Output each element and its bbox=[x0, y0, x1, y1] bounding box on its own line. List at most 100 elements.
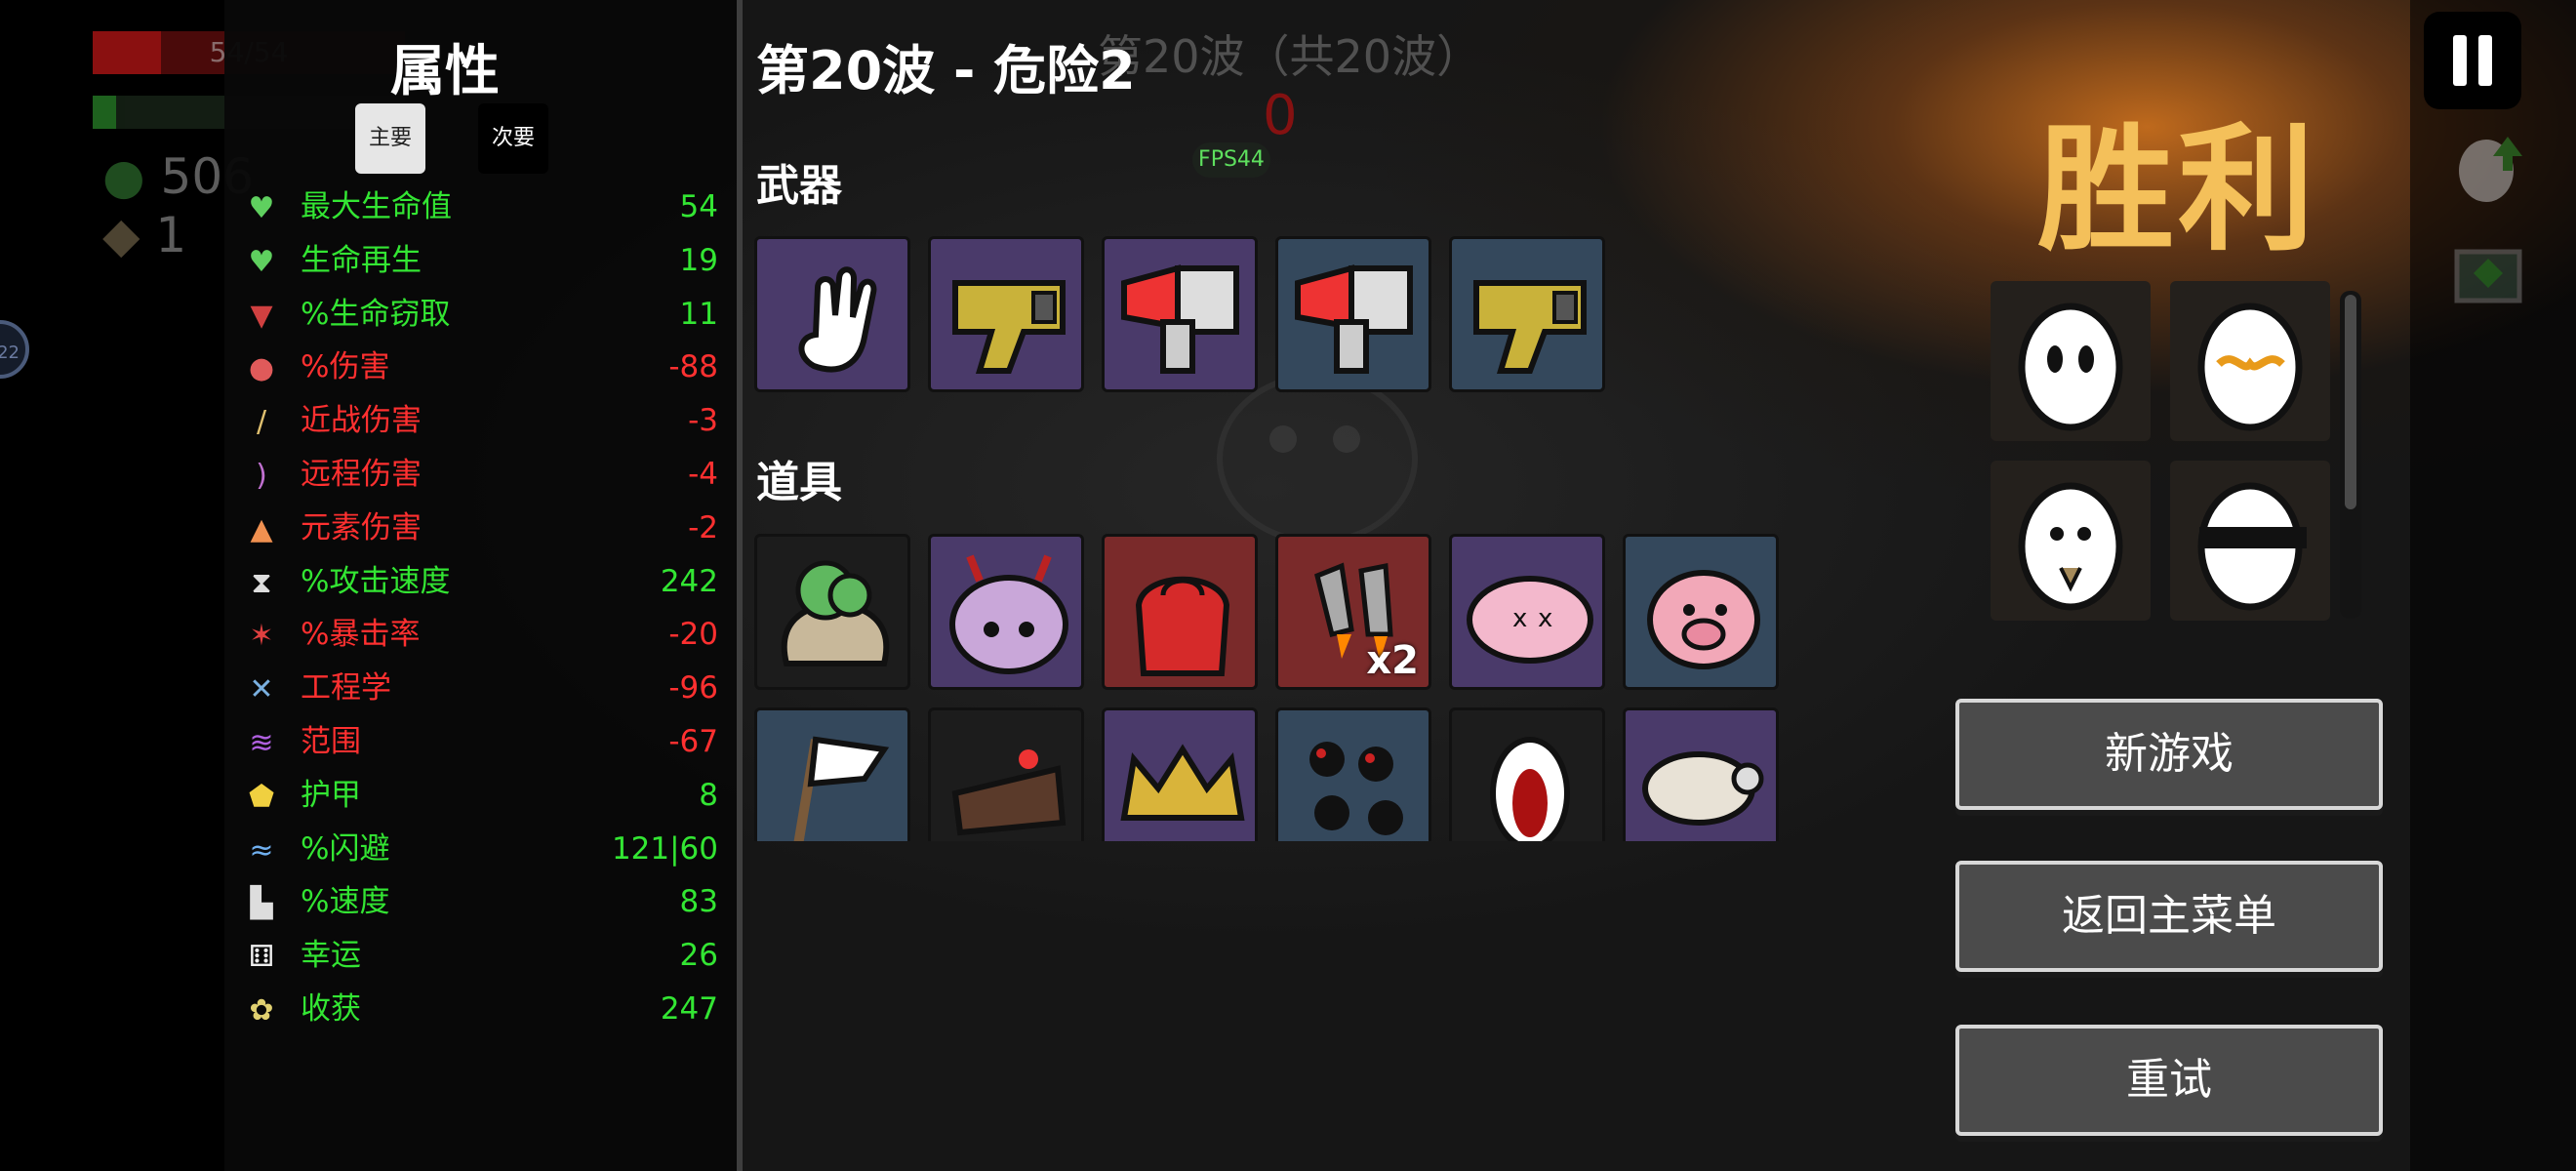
stat-row[interactable]: ▙ %速度 83 bbox=[244, 877, 722, 926]
weapon-slot[interactable] bbox=[1102, 236, 1258, 392]
range-icon: ≋ bbox=[249, 726, 274, 760]
pause-button[interactable] bbox=[2424, 12, 2521, 109]
item-slot[interactable] bbox=[754, 534, 910, 690]
crit-icon: ✶ bbox=[249, 619, 274, 654]
stat-name: 元素伤害 bbox=[301, 509, 422, 545]
stat-name: %暴击率 bbox=[301, 617, 421, 653]
character-scrollbar-thumb[interactable] bbox=[2345, 295, 2356, 509]
cake-slice-icon bbox=[951, 749, 1067, 836]
item-quantity: x2 bbox=[1366, 638, 1419, 683]
stat-name: 范围 bbox=[301, 724, 361, 759]
dice-icon: ⚅ bbox=[248, 940, 275, 975]
stat-value: 121|60 bbox=[611, 830, 718, 867]
item-slot[interactable] bbox=[928, 534, 1084, 690]
item-slot[interactable] bbox=[1449, 707, 1605, 841]
wave-progress-ghost: 第20波（共20波） bbox=[1098, 30, 1482, 83]
egg-character-icon bbox=[2018, 303, 2123, 431]
stat-name: 生命再生 bbox=[301, 242, 422, 278]
weapon-slot[interactable] bbox=[1449, 236, 1605, 392]
sword-icon: / bbox=[256, 405, 267, 440]
black-bombs-icon bbox=[1309, 742, 1403, 835]
character-slot[interactable] bbox=[2170, 461, 2330, 621]
item-slot[interactable] bbox=[1623, 534, 1779, 690]
stat-row[interactable]: ✕ 工程学 -96 bbox=[244, 664, 722, 712]
item-slot[interactable] bbox=[928, 707, 1084, 841]
stat-row[interactable]: ≈ %闪避 121|60 bbox=[244, 825, 722, 873]
stat-value: -88 bbox=[668, 349, 718, 385]
wave-title: 第20波 - 危险2 bbox=[756, 40, 1136, 101]
weapon-slot[interactable] bbox=[754, 236, 910, 392]
item-slot[interactable] bbox=[1102, 707, 1258, 841]
pause-icon bbox=[2453, 35, 2467, 86]
bags-value: 1 bbox=[155, 207, 187, 263]
stat-row[interactable]: ✶ %暴击率 -20 bbox=[244, 610, 722, 659]
stat-row[interactable]: ⚅ 幸运 26 bbox=[244, 931, 722, 980]
stat-value: 242 bbox=[660, 563, 718, 599]
white-flag-icon bbox=[793, 736, 890, 841]
flame-icon: ▲ bbox=[250, 511, 273, 546]
stat-name: 工程学 bbox=[301, 670, 391, 707]
stat-value: 11 bbox=[679, 296, 718, 332]
stat-value: -96 bbox=[668, 670, 718, 707]
stat-name: %攻击速度 bbox=[301, 563, 451, 599]
stat-row[interactable]: ⬟ 护甲 8 bbox=[244, 771, 722, 820]
tab-secondary-stats[interactable]: 次要 bbox=[478, 103, 548, 174]
hand-icon bbox=[798, 266, 877, 373]
items-row-clip bbox=[751, 707, 1795, 841]
main-menu-button[interactable]: 返回主菜单 bbox=[1955, 861, 2383, 972]
character-slot[interactable] bbox=[1991, 461, 2151, 621]
crowns-icon bbox=[1120, 744, 1245, 821]
stat-value: 83 bbox=[679, 884, 718, 920]
stat-row[interactable]: ♥ 生命再生 19 bbox=[244, 236, 722, 285]
hourglass-icon: ⧗ bbox=[251, 565, 272, 600]
material-icon: ● bbox=[102, 148, 145, 205]
character-slot[interactable] bbox=[2170, 281, 2330, 441]
item-slot[interactable] bbox=[1623, 707, 1779, 841]
wheat-icon: ✿ bbox=[249, 993, 274, 1028]
stat-row[interactable]: ▲ 元素伤害 -2 bbox=[244, 504, 722, 552]
screaming-face-icon bbox=[1490, 737, 1570, 841]
weapon-slot[interactable] bbox=[1275, 236, 1431, 392]
item-slot[interactable]: x2 bbox=[1275, 534, 1431, 690]
item-slot[interactable] bbox=[1102, 534, 1258, 690]
item-slot[interactable] bbox=[1275, 707, 1431, 841]
megaphone-icon bbox=[1295, 264, 1413, 374]
muscle-icon: ● bbox=[248, 351, 275, 386]
shield-icon: ⬟ bbox=[248, 779, 275, 814]
weapon-slot[interactable] bbox=[928, 236, 1084, 392]
svg-text:x: x bbox=[1512, 604, 1527, 633]
enemy-counter-ghost: 0 bbox=[1263, 84, 1298, 147]
stat-row[interactable]: ▼ %生命窃取 11 bbox=[244, 290, 722, 339]
taser-icon bbox=[1473, 280, 1587, 374]
panel-divider bbox=[737, 0, 743, 1171]
character-slot[interactable] bbox=[1991, 281, 2151, 441]
stat-name: 收获 bbox=[301, 991, 361, 1027]
wind-icon: ≈ bbox=[249, 832, 274, 868]
pause-icon bbox=[2478, 35, 2492, 86]
heart-icon: ♥ bbox=[248, 191, 275, 225]
item-slot[interactable] bbox=[754, 707, 910, 841]
boot-icon: ▙ bbox=[250, 886, 273, 921]
stat-row[interactable]: ≋ 范围 -67 bbox=[244, 717, 722, 766]
brain-icon bbox=[949, 554, 1068, 674]
stat-row[interactable]: ⧗ %攻击速度 242 bbox=[244, 557, 722, 606]
stats-title: 属性 bbox=[390, 40, 500, 103]
sack-icon bbox=[781, 560, 890, 666]
stat-value: -3 bbox=[688, 403, 718, 439]
stat-row[interactable]: ✿ 收获 247 bbox=[244, 985, 722, 1033]
stat-name: 远程伤害 bbox=[301, 457, 422, 492]
svg-text:x: x bbox=[1538, 604, 1552, 633]
stat-value: 247 bbox=[660, 991, 718, 1027]
stat-row[interactable]: / 近战伤害 -3 bbox=[244, 396, 722, 445]
stat-row[interactable]: ) 远程伤害 -4 bbox=[244, 450, 722, 499]
tab-primary-stats[interactable]: 主要 bbox=[355, 103, 425, 174]
stat-row[interactable]: ● %伤害 -88 bbox=[244, 343, 722, 391]
stat-name: 幸运 bbox=[301, 938, 361, 974]
stat-value: 19 bbox=[679, 242, 718, 278]
new-game-button[interactable]: 新游戏 bbox=[1955, 699, 2383, 810]
item-slot[interactable]: x x bbox=[1449, 534, 1605, 690]
retry-button[interactable]: 重试 bbox=[1955, 1025, 2383, 1136]
stat-value: -20 bbox=[668, 617, 718, 653]
wrench-icon: ✕ bbox=[249, 672, 274, 707]
stat-row[interactable]: ♥ 最大生命值 54 bbox=[244, 182, 722, 231]
